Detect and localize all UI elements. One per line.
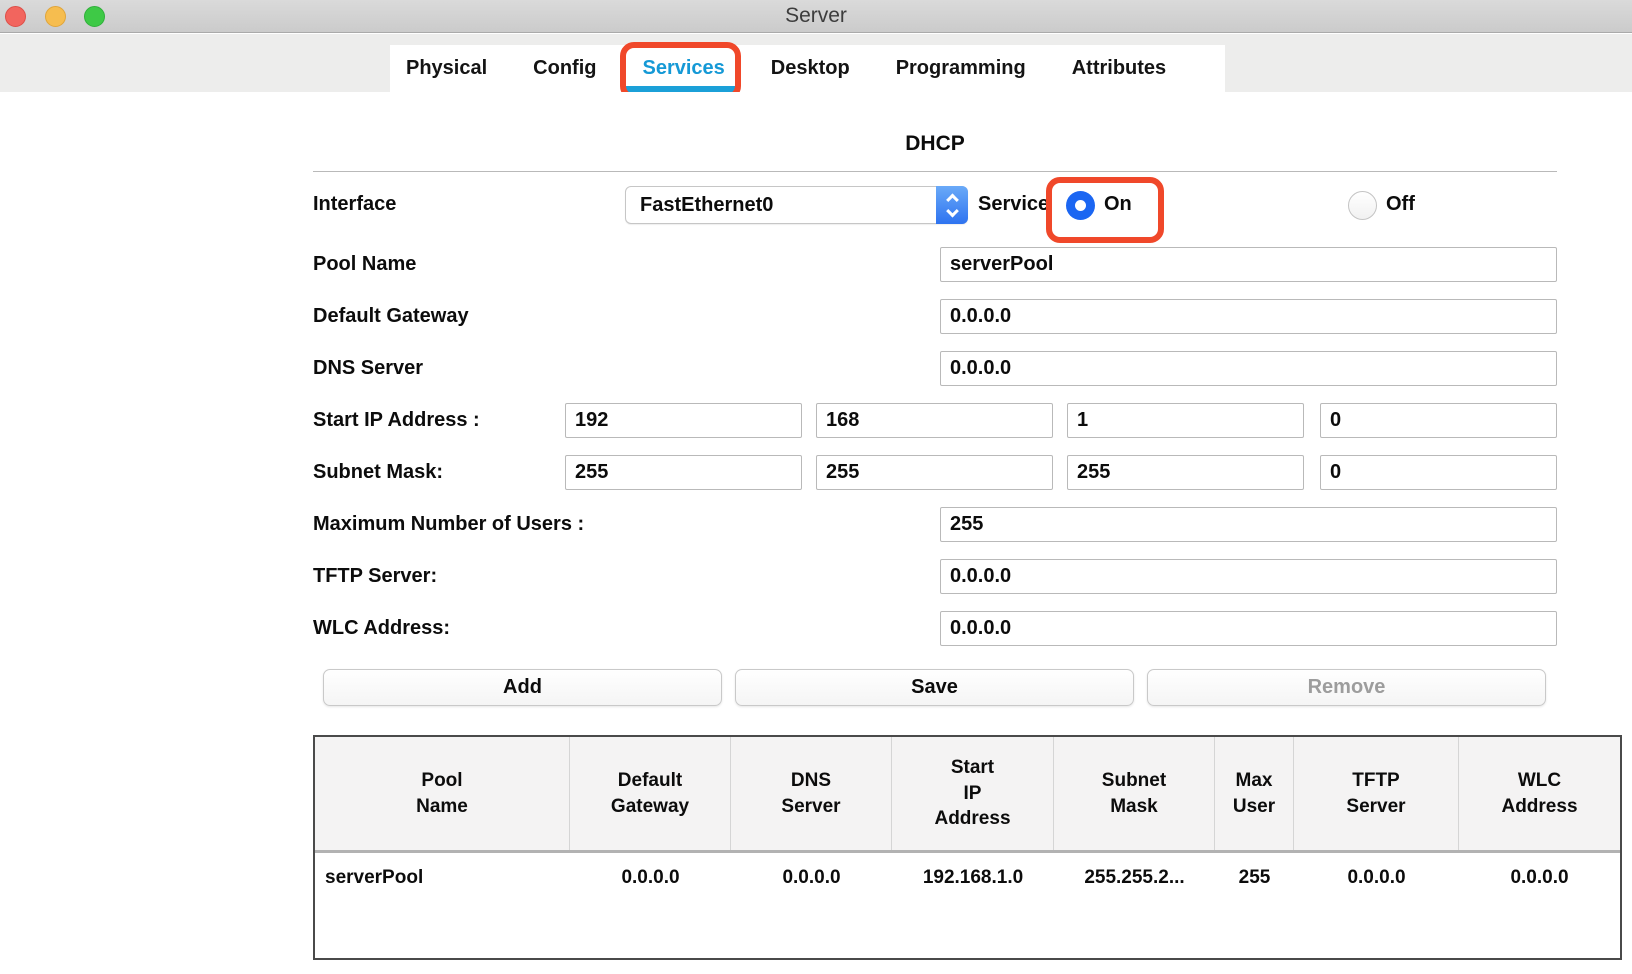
cell-wlc-address: 0.0.0.0 — [1459, 853, 1620, 956]
cell-subnet-mask: 255.255.2... — [1054, 853, 1215, 956]
cell-pool-name: serverPool — [315, 853, 570, 956]
service-label: Service — [978, 193, 1049, 216]
col-header-max-user: Max User — [1215, 737, 1294, 850]
interface-select-value: FastEthernet0 — [626, 194, 936, 217]
wlc-address-input[interactable] — [940, 611, 1557, 646]
subnet-mask-octet-3[interactable] — [1067, 455, 1304, 490]
dns-server-input[interactable] — [940, 351, 1557, 386]
dhcp-panel: DHCP Interface FastEthernet0 Service On … — [0, 92, 1632, 974]
service-off-radio[interactable] — [1348, 191, 1377, 220]
service-off-label: Off — [1386, 193, 1415, 216]
default-gateway-label: Default Gateway — [313, 305, 469, 328]
subnet-mask-octet-2[interactable] — [816, 455, 1053, 490]
wlc-address-label: WLC Address: — [313, 617, 450, 640]
tab-zone: Physical Config Services Desktop Program… — [0, 34, 1632, 92]
tftp-server-input[interactable] — [940, 559, 1557, 594]
tab-physical[interactable]: Physical — [406, 45, 487, 92]
col-header-tftp-server: TFTP Server — [1294, 737, 1459, 850]
start-ip-octet-2[interactable] — [816, 403, 1053, 438]
add-button[interactable]: Add — [323, 669, 722, 706]
cell-dns-server: 0.0.0.0 — [731, 853, 892, 956]
panel-title: DHCP — [313, 132, 1557, 156]
col-header-wlc-address: WLC Address — [1459, 737, 1620, 850]
tab-bar: Physical Config Services Desktop Program… — [390, 45, 1225, 92]
start-ip-octet-4[interactable] — [1320, 403, 1557, 438]
tab-config[interactable]: Config — [533, 45, 596, 92]
heading-divider — [313, 171, 1557, 172]
tab-programming[interactable]: Programming — [896, 45, 1026, 92]
interface-label: Interface — [313, 193, 396, 216]
col-header-pool-name: Pool Name — [315, 737, 570, 850]
col-header-start-ip: Start IP Address — [892, 737, 1054, 850]
service-on-radio[interactable] — [1066, 191, 1095, 220]
col-header-default-gateway: Default Gateway — [570, 737, 731, 850]
tab-desktop[interactable]: Desktop — [771, 45, 850, 92]
tab-attributes[interactable]: Attributes — [1072, 45, 1166, 92]
cell-max-user: 255 — [1215, 853, 1294, 956]
table-header-row: Pool Name Default Gateway DNS Server Sta… — [315, 737, 1620, 853]
default-gateway-input[interactable] — [940, 299, 1557, 334]
start-ip-octet-1[interactable] — [565, 403, 802, 438]
cell-tftp-server: 0.0.0.0 — [1294, 853, 1459, 956]
subnet-mask-octet-1[interactable] — [565, 455, 802, 490]
tftp-server-label: TFTP Server: — [313, 565, 437, 588]
max-users-label: Maximum Number of Users : — [313, 513, 584, 536]
subnet-mask-octet-4[interactable] — [1320, 455, 1557, 490]
pool-name-input[interactable] — [940, 247, 1557, 282]
interface-select[interactable]: FastEthernet0 — [625, 186, 968, 224]
subnet-mask-label: Subnet Mask: — [313, 461, 443, 484]
service-on-label: On — [1104, 193, 1132, 216]
start-ip-label: Start IP Address : — [313, 409, 480, 432]
tab-services[interactable]: Services — [642, 45, 724, 92]
save-button[interactable]: Save — [735, 669, 1134, 706]
pool-name-label: Pool Name — [313, 253, 416, 276]
max-users-input[interactable] — [940, 507, 1557, 542]
remove-button[interactable]: Remove — [1147, 669, 1546, 706]
window-titlebar: Server — [0, 0, 1632, 33]
col-header-dns-server: DNS Server — [731, 737, 892, 850]
dhcp-pools-table: Pool Name Default Gateway DNS Server Sta… — [313, 735, 1622, 960]
cell-start-ip: 192.168.1.0 — [892, 853, 1054, 956]
cell-default-gateway: 0.0.0.0 — [570, 853, 731, 956]
select-stepper-icon — [936, 186, 968, 224]
window-title: Server — [0, 4, 1632, 28]
start-ip-octet-3[interactable] — [1067, 403, 1304, 438]
table-row[interactable]: serverPool 0.0.0.0 0.0.0.0 192.168.1.0 2… — [315, 853, 1620, 956]
col-header-subnet-mask: Subnet Mask — [1054, 737, 1215, 850]
dns-server-label: DNS Server — [313, 357, 423, 380]
